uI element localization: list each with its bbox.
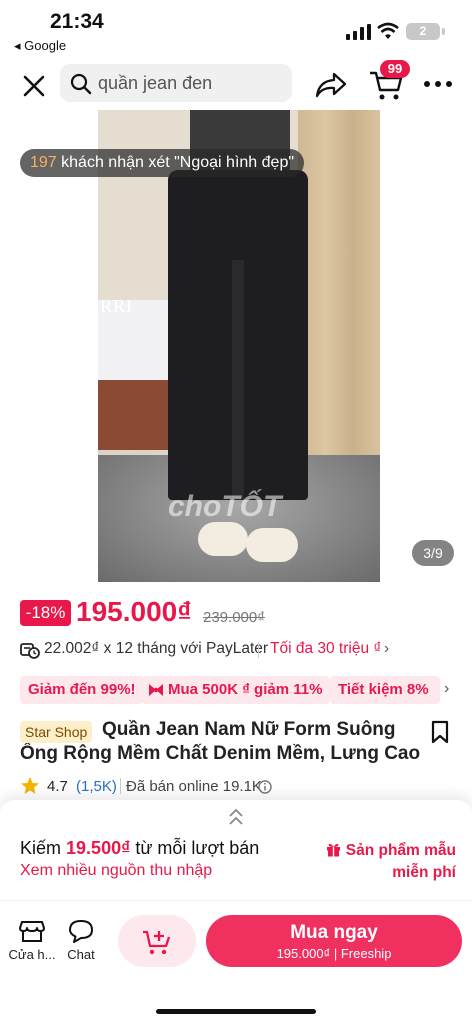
buy-now-label: Mua ngay <box>290 922 378 943</box>
close-icon[interactable] <box>18 70 50 102</box>
store-label: Cửa h... <box>8 947 56 962</box>
info-icon[interactable] <box>258 780 272 794</box>
search-icon <box>70 73 92 95</box>
share-icon[interactable] <box>314 70 348 100</box>
rating-divider <box>120 778 121 794</box>
store-icon <box>19 921 45 942</box>
promo-chip-label: Mua 500K ₫ giảm 11% <box>168 681 323 698</box>
image-jeans-seam <box>232 260 244 500</box>
image-counter: 3/9 <box>412 540 454 566</box>
add-to-cart-button[interactable] <box>118 915 196 967</box>
paylater-divider <box>258 642 259 658</box>
product-image[interactable]: RRI choTỐT <box>98 110 380 582</box>
paylater-row[interactable]: 22.002₫ x 12 tháng với PayLater Tối đa 3… <box>20 640 460 662</box>
current-price: 195.000₫ <box>76 596 192 627</box>
image-curtain <box>298 110 380 470</box>
promo-chips: Giảm đến 99%! Mua 500K ₫ giảm 11% Tiết k… <box>20 676 460 704</box>
bow-icon <box>149 684 163 696</box>
battery-tip <box>442 28 445 35</box>
promo-chip[interactable]: Tiết kiệm 8% <box>330 676 440 704</box>
review-count: 197 <box>30 154 57 171</box>
buy-now-button[interactable]: Mua ngay 195.000₫ | Freeship <box>206 915 462 967</box>
rating-value: 4.7 <box>47 778 68 795</box>
image-slipper-right <box>246 528 298 562</box>
promo-chip[interactable]: Mua 500K ₫ giảm 11% <box>142 676 331 704</box>
review-highlight-text: khách nhận xét "Ngoại hình đẹp" <box>61 154 295 171</box>
star-icon <box>21 777 39 794</box>
search-bar[interactable] <box>60 64 292 102</box>
product-title-row: Quần Jean Nam Nữ Form Suông Ống Rộng Mềm… <box>20 718 460 768</box>
chat-icon <box>69 920 93 943</box>
shop-badge: Star Shop <box>20 721 93 743</box>
earn-suffix: từ mỗi lượt bán <box>135 838 260 858</box>
image-slipper-left <box>198 522 248 556</box>
chevron-right-icon: › <box>384 640 390 657</box>
paylater-text: 22.002₫ x 12 tháng với PayLater <box>44 640 269 657</box>
discount-badge: -18% <box>20 600 71 626</box>
paylater-icon <box>20 643 40 659</box>
gift-icon <box>327 843 341 857</box>
earn-more-link[interactable]: Xem nhiều nguồn thu nhập <box>20 862 212 880</box>
chevron-right-icon[interactable]: › <box>444 680 449 698</box>
buy-now-price: 195.000₫ <box>276 946 331 961</box>
home-indicator <box>156 1009 316 1014</box>
buy-now-freeship: Freeship <box>340 946 392 961</box>
battery-indicator: 2 <box>406 23 440 40</box>
store-button[interactable]: Cửa h... <box>8 919 56 962</box>
original-price: 239.000₫ <box>203 609 265 626</box>
promo-chip[interactable]: Giảm đến 99%! <box>20 676 144 704</box>
cart-count-badge: 99 <box>380 60 410 78</box>
buy-now-subtext: 195.000₫ | Freeship <box>276 946 392 961</box>
search-input[interactable] <box>98 64 288 102</box>
bookmark-icon[interactable] <box>430 720 450 744</box>
free-sample-label: Sản phẩm mẫu miễn phí <box>345 842 456 881</box>
image-print-text: RRI <box>100 296 134 316</box>
status-bar: 21:34 ◂ Google 2 <box>0 0 472 58</box>
earn-prefix: Kiếm <box>20 838 62 858</box>
more-options-icon[interactable] <box>422 72 454 96</box>
review-count-link[interactable]: (1,5K) <box>76 778 117 795</box>
cellular-signal-icon <box>346 24 371 40</box>
earn-text: Kiếm 19.500₫ từ mỗi lượt bán <box>20 838 259 859</box>
review-highlight-pill[interactable]: 197 khách nhận xét "Ngoại hình đẹp" <box>20 149 305 177</box>
affiliate-earn-panel: Kiếm 19.500₫ từ mỗi lượt bán Xem nhiều n… <box>0 800 472 900</box>
add-to-cart-icon <box>143 930 171 955</box>
wifi-icon <box>377 22 399 39</box>
chat-label: Chat <box>67 947 95 962</box>
status-time: 21:34 <box>50 10 104 33</box>
bottom-action-bar: Cửa h... Chat Mua ngay 195.000₫ | Freesh… <box>0 900 472 1024</box>
top-navigation: 99 <box>0 60 472 108</box>
free-sample-link[interactable]: Sản phẩm mẫu miễn phí <box>296 840 456 884</box>
chevron-up-icon[interactable] <box>228 808 244 826</box>
image-watermark: choTỐT <box>168 490 282 523</box>
sold-count: Đã bán online 19.1K <box>126 778 262 795</box>
chat-button[interactable]: Chat <box>57 919 105 962</box>
earn-amount: 19.500₫ <box>66 838 131 858</box>
back-to-app-link[interactable]: ◂ Google <box>14 38 66 54</box>
paylater-limit-link[interactable]: Tối đa 30 triệu ₫ <box>270 640 381 658</box>
